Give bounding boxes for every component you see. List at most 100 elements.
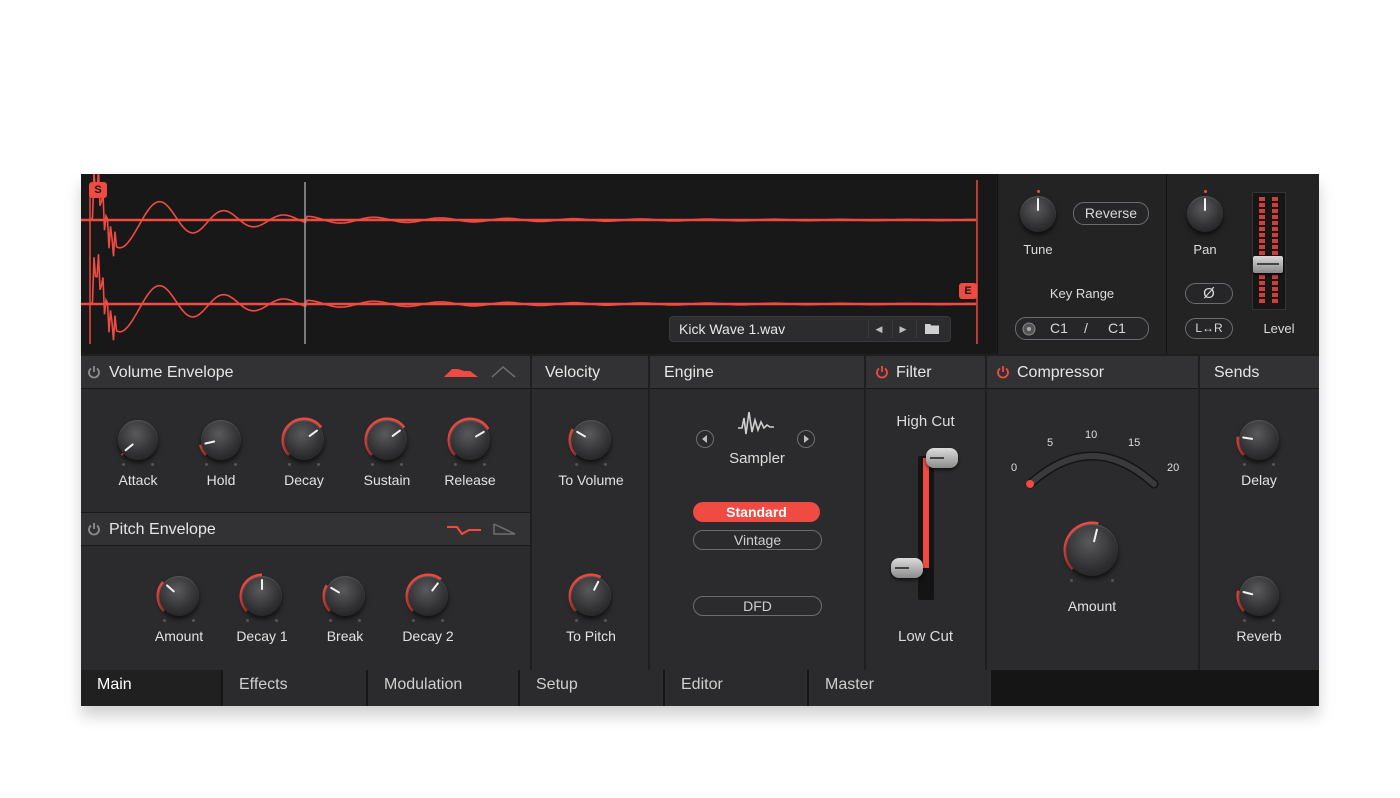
volume-release-knob[interactable] (450, 420, 490, 460)
sample-file-selector[interactable]: Kick Wave 1.wav ◀ ▶ (669, 316, 951, 342)
volume-release-knob-range-dots (450, 463, 490, 467)
chevron-left-icon: ◀ (875, 324, 883, 334)
sample-end-marker[interactable]: E (959, 283, 977, 299)
velocity-section: Velocity To Volume To Pitch (532, 356, 648, 670)
key-range-panel: Key Range C1 / C1 (997, 274, 1166, 354)
compressor-amount-knob-label: Amount (1067, 598, 1117, 614)
volume-decay-knob-range-dots (284, 463, 324, 467)
pitch-amount-knob-range-dots (159, 619, 199, 623)
mode-standard-button[interactable]: Standard (693, 502, 820, 522)
velocity-to-volume-knob-range-dots (571, 463, 611, 467)
send-delay-knob-label: Delay (1241, 472, 1277, 488)
tab-master[interactable]: Master (809, 670, 993, 706)
sends-header: Sends (1200, 356, 1319, 389)
pitch-amount-knob[interactable] (159, 576, 199, 616)
volume-hold-knob-range-dots (201, 463, 241, 467)
pitch-decay-2-knob-range-dots (408, 619, 448, 623)
midi-learn-icon[interactable] (1022, 321, 1036, 336)
tab-effects[interactable]: Effects (223, 670, 368, 706)
tab-main[interactable]: Main (81, 670, 223, 706)
high-cut-label: High Cut (896, 413, 955, 430)
key-range-high[interactable]: C1 (1108, 318, 1126, 339)
key-range-field[interactable]: C1 / C1 (1015, 317, 1149, 340)
pitch-env-decay-icon[interactable] (493, 523, 517, 535)
pitch-envelope-power-icon[interactable] (87, 522, 101, 536)
reverse-button[interactable]: Reverse (1073, 202, 1149, 225)
velocity-to-pitch-knob-label: To Pitch (566, 628, 616, 644)
volume-envelope-header: Volume Envelope (81, 356, 530, 389)
gr-scale-0: 0 (1011, 462, 1018, 474)
velocity-title: Velocity (545, 364, 601, 381)
compressor-title: Compressor (1017, 364, 1105, 381)
filter-title: Filter (896, 364, 932, 381)
volume-sustain-knob[interactable] (367, 420, 407, 460)
volume-sustain-knob-label: Sustain (363, 472, 411, 488)
envelope-section: Volume Envelope Attack Hold Decay Sustain Re… (81, 356, 530, 670)
tune-knob[interactable] (1020, 196, 1056, 232)
pitch-break-knob[interactable] (325, 576, 365, 616)
send-delay-knob[interactable] (1239, 420, 1279, 460)
prev-sample-button[interactable]: ◀ (868, 320, 889, 338)
compressor-power-icon[interactable] (996, 365, 1010, 379)
envelope-ad-icon[interactable] (491, 366, 517, 378)
gain-reduction-meter (1025, 451, 1159, 489)
filter-header: Filter (866, 356, 985, 389)
volume-hold-knob-label: Hold (206, 472, 236, 488)
next-sample-button[interactable]: ▶ (892, 320, 913, 338)
sample-start-marker[interactable]: S (89, 182, 107, 198)
compressor-amount-knob-range-dots (1066, 579, 1118, 583)
tab-modulation[interactable]: Modulation (368, 670, 520, 706)
tune-label: Tune (1023, 242, 1053, 257)
filter-power-icon[interactable] (875, 365, 889, 379)
filter-section: Filter High Cut Low Cut (866, 356, 985, 670)
sends-section: Sends Delay Reverb (1200, 356, 1319, 670)
low-cut-handle[interactable] (891, 558, 923, 578)
high-cut-handle[interactable] (926, 448, 958, 468)
pitch-decay-1-knob-label: Decay 1 (236, 628, 288, 644)
gr-scale-10: 10 (1085, 429, 1098, 441)
pitch-decay-2-knob[interactable] (408, 576, 448, 616)
dfd-button[interactable]: DFD (693, 596, 822, 616)
volume-envelope-power-icon[interactable] (87, 365, 101, 379)
velocity-to-volume-knob[interactable] (571, 420, 611, 460)
velocity-to-pitch-knob[interactable] (571, 576, 611, 616)
pan-label: Pan (1193, 242, 1217, 257)
volume-decay-knob-label: Decay (284, 472, 324, 488)
level-meter (1252, 192, 1286, 310)
velocity-to-volume-knob-label: To Volume (558, 472, 624, 488)
volume-hold-knob[interactable] (201, 420, 241, 460)
folder-icon (925, 324, 939, 334)
waveform-display[interactable]: S E Kick Wave 1.wav ◀ ▶ (81, 174, 996, 354)
volume-attack-knob[interactable] (118, 420, 158, 460)
sends-title: Sends (1214, 364, 1260, 381)
mode-vintage-button[interactable]: Vintage (693, 530, 822, 550)
pitch-break-knob-range-dots (325, 619, 365, 623)
page-tabs: Main Effects Modulation Setup Editor Master (81, 670, 1319, 706)
compressor-amount-knob[interactable] (1066, 524, 1118, 576)
phase-invert-button[interactable]: Ø (1185, 283, 1233, 304)
pan-knob[interactable] (1187, 196, 1223, 232)
chevron-right-icon: ▶ (899, 324, 907, 334)
tab-editor[interactable]: Editor (665, 670, 809, 706)
tab-setup[interactable]: Setup (520, 670, 665, 706)
envelope-ahdsr-icon[interactable] (444, 366, 480, 378)
filter-range-track[interactable] (918, 456, 934, 600)
engine-prev-button[interactable] (695, 429, 715, 449)
tune-panel: Tune Reverse (997, 174, 1166, 275)
key-range-low[interactable]: C1 (1050, 318, 1068, 339)
pitch-env-curve-icon[interactable] (447, 523, 481, 537)
gr-scale-5: 5 (1047, 437, 1054, 449)
stereo-swap-button[interactable]: L↔R (1185, 318, 1233, 339)
browse-folder-button[interactable] (916, 320, 947, 338)
pitch-decay-1-knob[interactable] (242, 576, 282, 616)
gr-scale-15: 15 (1128, 437, 1141, 449)
level-fader[interactable] (1253, 256, 1283, 273)
pitch-amount-knob-label: Amount (154, 628, 204, 644)
velocity-to-pitch-knob-range-dots (571, 619, 611, 623)
sampler-waveform-icon (738, 411, 774, 435)
engine-header: Engine (650, 356, 864, 389)
pitch-envelope-header: Pitch Envelope (81, 512, 530, 546)
volume-decay-knob[interactable] (284, 420, 324, 460)
engine-next-button[interactable] (796, 429, 816, 449)
send-reverb-knob[interactable] (1239, 576, 1279, 616)
